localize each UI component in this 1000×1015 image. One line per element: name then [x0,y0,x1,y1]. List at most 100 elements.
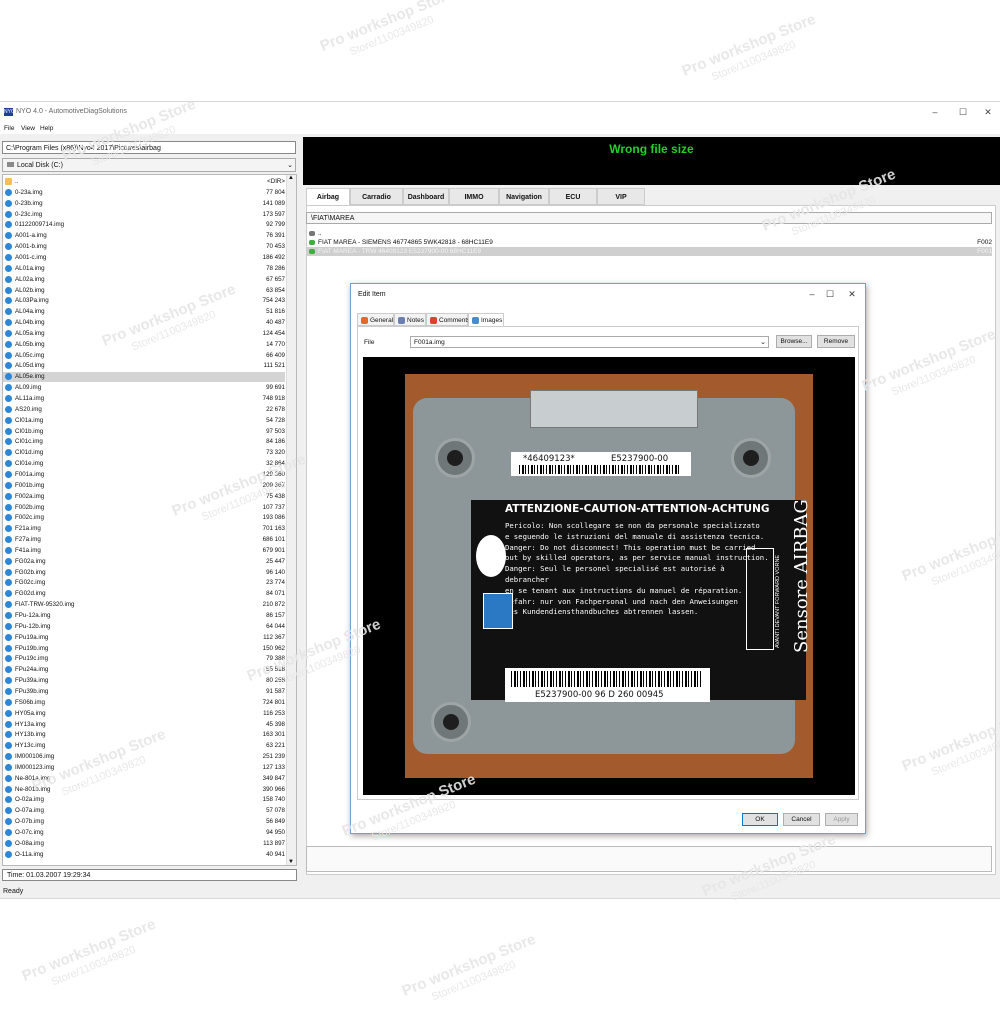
tab-vip[interactable]: VIP [597,188,645,205]
file-row[interactable]: FG02d.img 84 071 [3,589,285,599]
file-row[interactable]: F002a.img 75 438 [3,492,285,502]
file-row[interactable]: CI01c.img 84 186 [3,437,285,447]
tab-comments[interactable]: Comments [426,313,470,326]
tab-ecu[interactable]: ECU [549,188,597,205]
file-row[interactable]: AL05c.img 66 409 [3,351,285,361]
file-row[interactable]: 0-23a.img 77 804 [3,188,285,198]
file-row[interactable]: CI01d.img 73 320 [3,448,285,458]
ok-button[interactable]: OK [742,813,778,826]
file-row[interactable]: Ne-801b.img 390 966 [3,785,285,795]
apply-button[interactable]: Apply [825,813,858,826]
file-row[interactable]: F21a.img 701 163 [3,524,285,534]
file-row[interactable]: HY13b.img 163 301 [3,730,285,740]
file-row[interactable]: Ne-801a.img 349 847 [3,774,285,784]
dialog-maximize-button[interactable]: ☐ [821,287,839,301]
file-row[interactable]: 0-23b.img 141 089 [3,199,285,209]
file-row[interactable]: F002b.img 107 737 [3,503,285,513]
remove-button[interactable]: Remove [817,335,855,348]
file-row[interactable]: AL04b.img 40 487 [3,318,285,328]
file-row[interactable]: AL11a.img 748 918 [3,394,285,404]
tab-notes[interactable]: Notes [394,313,426,326]
file-row[interactable]: FG02b.img 96 140 [3,568,285,578]
module-list[interactable]: .. FIAT MAREA - SIEMENS 46774865 5WK4281… [306,229,992,265]
file-row[interactable]: F41a.img 679 901 [3,546,285,556]
menu-view[interactable]: View [21,125,35,132]
notes-box[interactable] [306,846,992,872]
file-row[interactable]: CI01b.img 97 503 [3,427,285,437]
tab-airbag[interactable]: Airbag [306,188,350,205]
dialog-close-button[interactable]: ✕ [843,287,861,301]
dialog-minimize-button[interactable]: – [803,287,821,301]
file-row[interactable]: O-07c.img 94 950 [3,828,285,838]
file-row[interactable]: FPu-12a.img 86 157 [3,611,285,621]
file-row[interactable]: F001a.img 129 360 [3,470,285,480]
scroll-down-icon[interactable]: ▼ [288,859,294,865]
file-list[interactable]: .. <DIR> 0-23a.img 77 804 0-23b.img 141 089 0-… [2,174,297,866]
file-row[interactable]: AL05a.img 124 454 [3,329,285,339]
file-row[interactable]: FS06b.img 724 801 [3,698,285,708]
file-row[interactable]: 0-23c.img 173 597 [3,210,285,220]
drive-select[interactable]: Local Disk (C:) ⌄ [2,158,296,172]
file-row[interactable]: F27a.img 686 101 [3,535,285,545]
file-row[interactable]: IM000106.img 251 239 [3,752,285,762]
file-row[interactable]: AL01a.img 78 286 [3,264,285,274]
file-row[interactable]: .. <DIR> [3,177,285,187]
file-row[interactable]: AL05d.img 111 521 [3,361,285,371]
file-row[interactable]: FG02a.img 25 447 [3,557,285,567]
maximize-button[interactable]: ☐ [953,104,973,120]
file-row[interactable]: F001b.img 209 367 [3,481,285,491]
file-row[interactable]: O-07a.img 57 078 [3,806,285,816]
tab-images[interactable]: Images [468,313,504,326]
file-row[interactable]: HY13c.img 63 221 [3,741,285,751]
cancel-button[interactable]: Cancel [783,813,820,826]
file-row[interactable]: 01122009714.img 92 799 [3,220,285,230]
file-row[interactable]: AL02b.img 63 854 [3,286,285,296]
tab-general[interactable]: General [357,313,394,326]
file-row[interactable]: FPu19a.img 112 367 [3,633,285,643]
file-row[interactable]: CI01a.img 54 728 [3,416,285,426]
menu-help[interactable]: Help [40,125,53,132]
file-row[interactable]: O-02a.img 158 740 [3,795,285,805]
tab-dashboard[interactable]: Dashboard [403,188,449,205]
browse-button[interactable]: Browse... [776,335,812,348]
file-row[interactable]: FPu39b.img 91 587 [3,687,285,697]
file-row[interactable]: O-07b.img 56 849 [3,817,285,827]
file-row[interactable]: AL04a.img 51 816 [3,307,285,317]
list-item[interactable]: FIAT MAREA - TRW 46409123 E5237900-00 68… [306,247,992,256]
file-row[interactable]: AS20.img 22 678 [3,405,285,415]
file-list-scrollbar[interactable]: ▲ ▼ [286,175,296,865]
file-row[interactable]: AL05b.img 14 770 [3,340,285,350]
close-button[interactable]: ✕ [978,104,998,120]
file-row[interactable]: FPu-12b.img 64 044 [3,622,285,632]
path-field[interactable]: C:\Program Files (x86)\Nyo4 2017\Picture… [2,141,296,154]
file-row[interactable]: A001-b.img 70 453 [3,242,285,252]
file-row[interactable]: FPu19c.img 79 388 [3,654,285,664]
scroll-up-icon[interactable]: ▲ [288,175,294,181]
minimize-button[interactable]: – [925,104,945,120]
file-row[interactable]: A001-a.img 76 391 [3,231,285,241]
file-row[interactable]: FG02c.img 23 774 [3,578,285,588]
file-row[interactable]: AL05e.img [3,372,285,383]
file-row[interactable]: AL02a.img 67 657 [3,275,285,285]
tab-carradio[interactable]: Carradio [350,188,403,205]
file-row[interactable]: AL09.img 99 691 [3,383,285,393]
list-item[interactable]: FIAT MAREA - SIEMENS 46774865 5WK42818 -… [306,238,992,247]
file-row[interactable]: O-11a.img 40 941 [3,850,285,860]
file-row[interactable]: FPu24a.img 55 518 [3,665,285,675]
file-row[interactable]: IM000123.img 127 133 [3,763,285,773]
file-row[interactable]: F002c.img 193 086 [3,513,285,523]
file-row[interactable]: O-08a.img 113 897 [3,839,285,849]
list-item[interactable]: .. [306,229,992,238]
file-row[interactable]: FPu19b.img 150 962 [3,644,285,654]
file-row[interactable]: FIAT-TRW-95320.img 210 872 [3,600,285,610]
tab-navigation[interactable]: Navigation [499,188,549,205]
file-row[interactable]: CI01e.img 32 864 [3,459,285,469]
file-row[interactable]: AL03Pa.img 754 243 [3,296,285,306]
file-row[interactable]: HY13a.img 45 398 [3,720,285,730]
file-row[interactable]: HY05a.img 116 253 [3,709,285,719]
file-row[interactable]: A001-c.img 186 492 [3,253,285,263]
tab-immo[interactable]: IMMO [449,188,499,205]
image-file-select[interactable]: F001a.img ⌄ [410,336,769,348]
menu-file[interactable]: File [4,125,14,132]
file-row[interactable]: FPu39a.img 80 258 [3,676,285,686]
